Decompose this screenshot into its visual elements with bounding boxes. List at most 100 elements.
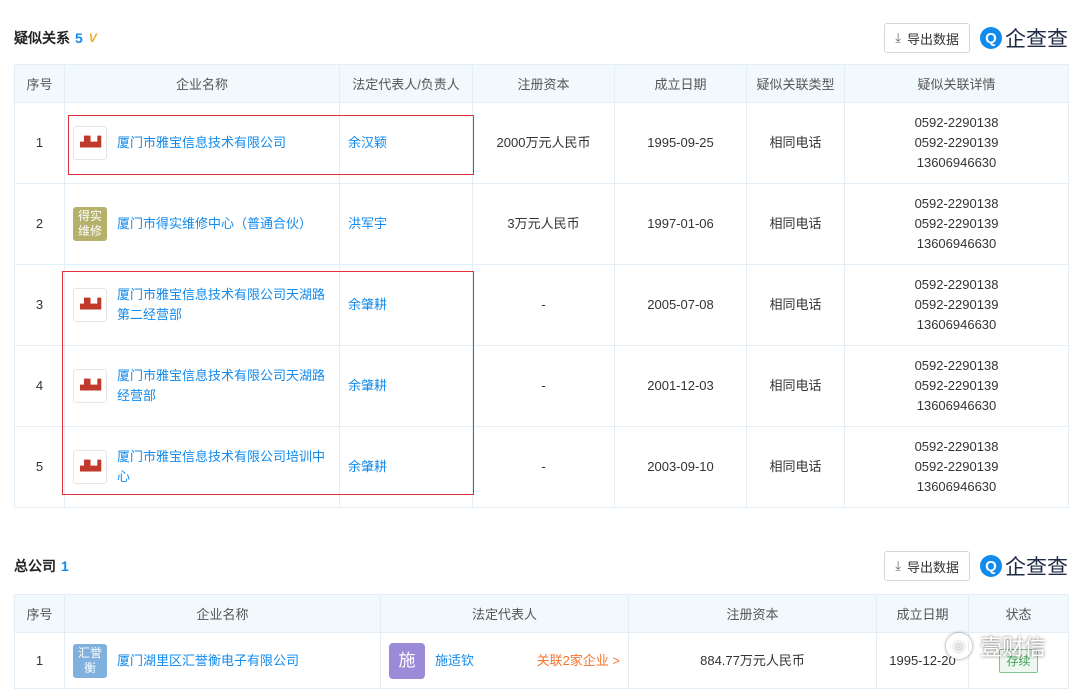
relation-detail: 0592-2290138 0592-2290139 13606946630 — [844, 102, 1069, 184]
person-link[interactable]: 余肇耕 — [348, 378, 387, 393]
export-button[interactable]: ⤓ 导出数据 — [884, 551, 970, 581]
relation-type: 相同电话 — [746, 345, 845, 427]
person-link[interactable]: 余肇耕 — [348, 459, 387, 474]
phone: 13606946630 — [916, 236, 997, 251]
company-logo: ▟▙▟ — [73, 288, 107, 322]
company-logo: 得实维修 — [73, 207, 107, 241]
section-title: 总公司 — [14, 558, 56, 574]
column-header: 成立日期 — [876, 594, 969, 633]
relation-detail: 0592-2290138 0592-2290139 13606946630 — [844, 426, 1069, 508]
relation-type: 相同电话 — [746, 102, 845, 184]
person-link[interactable]: 洪军宇 — [348, 216, 387, 231]
table-header-row: 序号 企业名称 法定代表人/负责人 注册资本 成立日期 疑似关联类型 疑似关联详… — [14, 64, 1069, 103]
wechat-icon: ◎ — [945, 633, 972, 659]
phone: 0592-2290139 — [914, 378, 999, 393]
phone: 0592-2290139 — [914, 297, 999, 312]
row-index: 4 — [14, 345, 65, 427]
phone: 0592-2290139 — [914, 216, 999, 231]
row-index: 3 — [14, 264, 65, 346]
capital: 2000万元人民币 — [472, 102, 615, 184]
export-label: 导出数据 — [906, 559, 959, 575]
row-index: 1 — [14, 632, 65, 689]
column-header: 成立日期 — [614, 64, 747, 103]
column-header: 注册资本 — [628, 594, 877, 633]
column-header: 序号 — [14, 64, 65, 103]
qichacha-logo: Q 企查查 — [980, 551, 1068, 581]
brand-name: 企查查 — [1005, 556, 1068, 579]
phone: 13606946630 — [916, 479, 997, 494]
company-logo: 汇誉衡 — [73, 643, 107, 678]
section-title: 疑似关系 — [14, 30, 70, 46]
column-header: 序号 — [14, 594, 65, 633]
phone: 0592-2290138 — [914, 358, 999, 373]
table-row: 5 ▟▙▟ 厦门市雅宝信息技术有限公司培训中心 余肇耕 - 2003-09-10… — [14, 426, 1069, 508]
hq-section-header: 总公司 1 ⤓ 导出数据 Q 企查查 — [14, 550, 1068, 582]
relation-type: 相同电话 — [746, 183, 845, 265]
export-button[interactable]: ⤓ 导出数据 — [884, 23, 970, 53]
section-count: 1 — [61, 558, 69, 574]
vip-icon: V — [88, 31, 97, 45]
table-row: 1 汇誉衡 厦门湖里区汇誉衡电子有限公司 施 施适钦 关联2家企业 > 884.… — [14, 632, 1069, 689]
company-logo: ▟▙▟ — [73, 126, 107, 160]
phone: 0592-2290138 — [914, 115, 999, 130]
column-header: 法定代表人/负责人 — [339, 64, 473, 103]
similar-section-header: 疑似关系 5 V ⤓ 导出数据 Q 企查查 — [14, 22, 1068, 54]
relation-detail: 0592-2290138 0592-2290139 13606946630 — [844, 183, 1069, 265]
phone: 0592-2290139 — [914, 459, 999, 474]
column-header: 法定代表人 — [380, 594, 629, 633]
phone: 0592-2290139 — [914, 135, 999, 150]
avatar: 施 — [389, 642, 425, 679]
phone: 0592-2290138 — [914, 277, 999, 292]
founded-date: 1995-09-25 — [614, 102, 747, 184]
qichacha-logo: Q 企查查 — [980, 23, 1068, 53]
table-row: 3 ▟▙▟ 厦门市雅宝信息技术有限公司天湖路第二经营部 余肇耕 - 2005-0… — [14, 264, 1069, 346]
founded-date: 2001-12-03 — [614, 345, 747, 427]
watermark: ◎ 壹财信 — [945, 630, 1046, 662]
column-header: 企业名称 — [64, 594, 381, 633]
table-header-row: 序号 企业名称 法定代表人 注册资本 成立日期 状态 — [14, 594, 1069, 633]
export-label: 导出数据 — [906, 31, 959, 47]
relation-detail: 0592-2290138 0592-2290139 13606946630 — [844, 345, 1069, 427]
capital: - — [472, 345, 615, 427]
capital: 3万元人民币 — [472, 183, 615, 265]
hq-table: 序号 企业名称 法定代表人 注册资本 成立日期 状态 1 汇誉衡 厦门湖里区汇誉… — [14, 594, 1069, 689]
similar-table: 序号 企业名称 法定代表人/负责人 注册资本 成立日期 疑似关联类型 疑似关联详… — [14, 64, 1069, 508]
capital: 884.77万元人民币 — [628, 632, 877, 689]
founded-date: 1997-01-06 — [614, 183, 747, 265]
relation-detail: 0592-2290138 0592-2290139 13606946630 — [844, 264, 1069, 346]
phone: 13606946630 — [916, 398, 997, 413]
company-name-link[interactable]: 厦门湖里区汇誉衡电子有限公司 — [117, 651, 299, 671]
table-row: 1 ▟▙▟ 厦门市雅宝信息技术有限公司 余汉颖 2000万元人民币 1995-0… — [14, 102, 1069, 184]
company-logo: ▟▙▟ — [73, 450, 107, 484]
qichacha-logo-icon: Q — [980, 27, 1002, 49]
capital: - — [472, 264, 615, 346]
person-link[interactable]: 余肇耕 — [348, 297, 387, 312]
download-icon: ⤓ — [895, 30, 901, 45]
brand-name: 企查查 — [1005, 28, 1068, 51]
phone: 13606946630 — [916, 155, 997, 170]
company-name-link[interactable]: 厦门市得实维修中心（普通合伙） — [117, 214, 312, 234]
company-name-link[interactable]: 厦门市雅宝信息技术有限公司天湖路经营部 — [117, 366, 331, 406]
person-link[interactable]: 施适钦 — [435, 651, 474, 671]
company-name-link[interactable]: 厦门市雅宝信息技术有限公司培训中心 — [117, 447, 331, 487]
column-header: 企业名称 — [64, 64, 340, 103]
capital: - — [472, 426, 615, 508]
table-row: 2 得实维修 厦门市得实维修中心（普通合伙） 洪军宇 3万元人民币 1997-0… — [14, 183, 1069, 265]
watermark-text: 壹财信 — [979, 635, 1046, 660]
company-name-link[interactable]: 厦门市雅宝信息技术有限公司天湖路第二经营部 — [117, 285, 331, 325]
person-link[interactable]: 余汉颖 — [348, 135, 387, 150]
relation-type: 相同电话 — [746, 426, 845, 508]
founded-date: 2003-09-10 — [614, 426, 747, 508]
column-header: 疑似关联类型 — [746, 64, 845, 103]
qichacha-logo-icon: Q — [980, 555, 1002, 577]
related-companies-link[interactable]: 关联2家企业 > — [537, 651, 620, 671]
company-name-link[interactable]: 厦门市雅宝信息技术有限公司 — [117, 133, 286, 153]
row-index: 1 — [14, 102, 65, 184]
company-logo: ▟▙▟ — [73, 369, 107, 403]
phone: 13606946630 — [916, 317, 997, 332]
phone: 0592-2290138 — [914, 196, 999, 211]
row-index: 5 — [14, 426, 65, 508]
founded-date: 2005-07-08 — [614, 264, 747, 346]
row-index: 2 — [14, 183, 65, 265]
column-header: 疑似关联详情 — [844, 64, 1069, 103]
